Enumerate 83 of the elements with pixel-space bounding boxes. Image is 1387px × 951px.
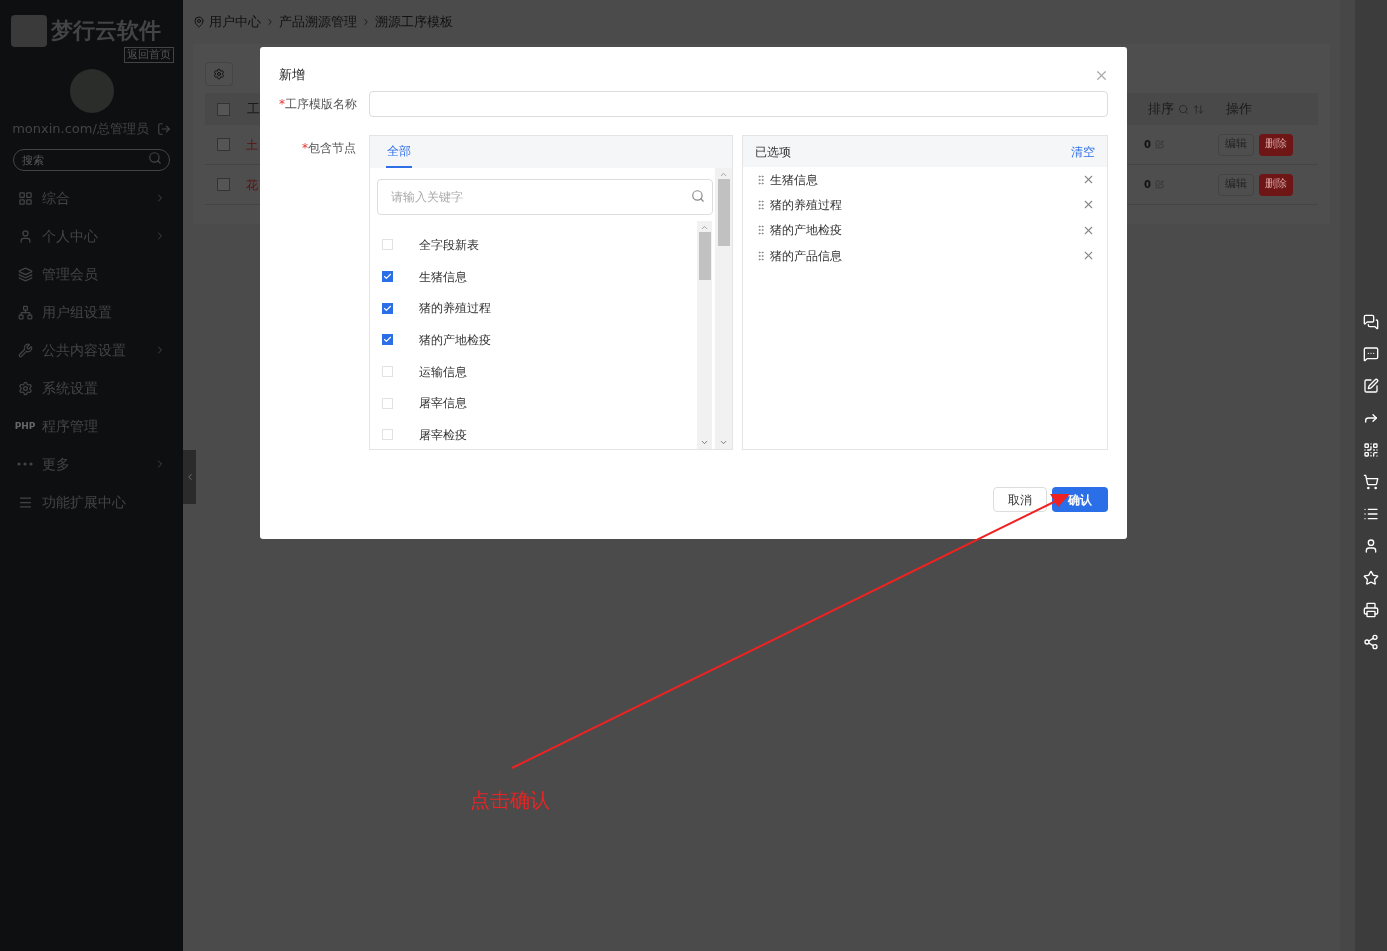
qr-code-icon[interactable] <box>1363 442 1379 458</box>
option-row[interactable]: 猪的产地检疫 <box>376 324 698 356</box>
annotation-text: 点击确认 <box>470 787 550 814</box>
location-pin-icon <box>193 16 205 28</box>
breadcrumb-separator-icon <box>265 17 275 27</box>
cart-icon[interactable] <box>1363 474 1379 490</box>
table-cell-text: 花 <box>246 176 258 194</box>
required-mark: * <box>301 140 308 157</box>
clear-link[interactable]: 清空 <box>1071 142 1095 161</box>
checkbox[interactable] <box>381 271 393 283</box>
option-label: 运输信息 <box>418 363 467 381</box>
checkbox[interactable] <box>217 138 230 151</box>
group-icon <box>17 304 33 320</box>
checkbox[interactable] <box>381 334 393 346</box>
scrollbar-thumb[interactable] <box>698 232 711 280</box>
panel-tab[interactable]: 全部 <box>385 136 412 168</box>
gear-icon <box>17 380 33 396</box>
option-row[interactable]: 运输信息 <box>376 355 698 388</box>
delete-button[interactable]: 删除 <box>1259 133 1293 156</box>
logout-icon[interactable] <box>156 121 171 136</box>
option-row[interactable]: 生猪信息 <box>376 260 698 293</box>
list-icon[interactable] <box>1363 506 1379 522</box>
option-row[interactable]: 猪的养殖过程 <box>376 292 698 325</box>
selected-item[interactable]: 生猪信息 <box>743 167 1107 193</box>
sidebar-search-field[interactable]: 搜索 <box>13 149 170 171</box>
table-cell-text: 土 <box>246 136 258 154</box>
field-label: 工序模版名称 <box>285 96 357 113</box>
php-icon: PHP <box>14 421 36 431</box>
dots-icon <box>17 462 33 466</box>
search-icon <box>691 189 706 203</box>
option-row[interactable]: 全字段新表 <box>376 229 698 261</box>
option-row[interactable]: 屠宰检疫 <box>376 419 698 451</box>
panel-title: 已选项 <box>755 143 792 161</box>
tools-icon <box>17 342 33 358</box>
option-label: 猪的养殖过程 <box>418 300 491 318</box>
option-label: 全字段新表 <box>418 236 479 254</box>
scrollbar-thumb[interactable] <box>717 179 730 246</box>
printer-icon[interactable] <box>1363 602 1379 618</box>
selected-item-label: 猪的养殖过程 <box>770 196 844 214</box>
message-icon[interactable] <box>1363 346 1379 362</box>
selected-item[interactable]: 猪的产地检疫 <box>743 217 1107 243</box>
selected-item-label: 生猪信息 <box>770 171 820 189</box>
selected-item-label: 猪的产地检疫 <box>770 222 844 240</box>
settings-icon <box>213 68 225 80</box>
option-label: 猪的产地检疫 <box>418 331 491 349</box>
confirm-button[interactable]: 确认 <box>1052 487 1108 512</box>
user-icon <box>17 228 33 244</box>
checkbox[interactable] <box>217 178 230 191</box>
share-icon[interactable] <box>1363 634 1379 650</box>
option-label: 生猪信息 <box>418 268 467 286</box>
template-name-field[interactable] <box>369 91 1108 117</box>
search-icon <box>148 150 162 165</box>
delete-button[interactable]: 删除 <box>1259 173 1293 196</box>
cancel-button[interactable]: 取消 <box>993 487 1047 512</box>
table-cell-text: 0 <box>1144 138 1151 152</box>
checkbox[interactable] <box>381 302 393 314</box>
option-label: 屠宰检疫 <box>418 426 467 444</box>
avatar <box>69 69 114 113</box>
settings-button[interactable] <box>205 62 233 86</box>
layers-icon <box>17 266 33 282</box>
home-link[interactable]: 返回首页 <box>124 47 174 63</box>
breadcrumb-separator-icon <box>361 17 371 27</box>
scroll-up-icon[interactable] <box>719 170 729 179</box>
dialog-title: 新增 <box>279 66 305 85</box>
checkbox[interactable] <box>217 102 230 116</box>
required-mark: * <box>279 96 285 113</box>
selected-item-label: 猪的产品信息 <box>770 247 844 265</box>
sort-icon <box>1193 103 1204 115</box>
grid-icon <box>17 190 33 206</box>
logo-icon <box>11 14 47 47</box>
selected-item[interactable]: 猪的养殖过程 <box>743 192 1107 218</box>
chat-bubbles-icon[interactable] <box>1363 314 1379 330</box>
scroll-up-icon[interactable] <box>700 223 710 232</box>
option-label: 屠宰信息 <box>418 395 467 413</box>
star-icon[interactable] <box>1363 570 1379 586</box>
menu-icon <box>17 494 33 510</box>
search-icon <box>1178 103 1189 115</box>
keyword-search-field[interactable]: 请输入关键字 <box>376 179 714 215</box>
table-cell-text: 0 <box>1144 178 1151 192</box>
option-row[interactable]: 屠宰信息 <box>376 387 698 420</box>
selected-item[interactable]: 猪的产品信息 <box>743 242 1107 269</box>
field-label: 包含节点 <box>307 140 356 157</box>
user-icon[interactable] <box>1363 538 1379 554</box>
